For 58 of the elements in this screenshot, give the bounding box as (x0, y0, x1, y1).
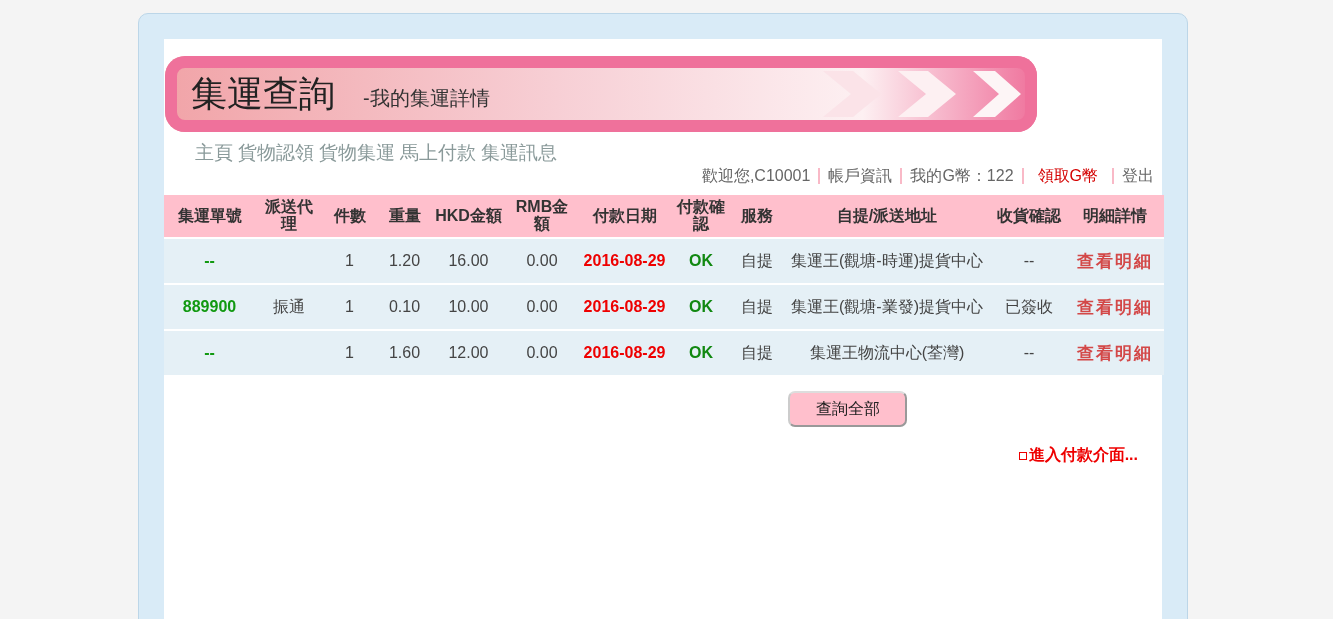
nav-link[interactable]: 集運訊息 (481, 140, 557, 166)
table-cell: 振通 (272, 297, 305, 315)
column-header: RMB金額 (505, 195, 579, 237)
column-header: 付款日期 (579, 195, 670, 237)
user-info-text: 歡迎您,C10001 (701, 165, 811, 186)
user-info-text: 我的G幣：122 (910, 165, 1014, 186)
table-cell: 集運王(觀塘-時運)提貨中心 (791, 251, 983, 269)
table-cell: 2016-08-29 (583, 298, 666, 315)
table-cell: -- (1023, 252, 1035, 269)
account-link[interactable]: 領取G幣 (1037, 165, 1098, 187)
table-cell: 1 (345, 344, 354, 361)
nav-link[interactable]: 貨物認領 (238, 140, 314, 166)
table-cell: 0.00 (526, 298, 558, 315)
table-cell: 10.00 (448, 298, 489, 315)
column-header: HKD金額 (432, 195, 505, 237)
table-cell: 889900 (182, 298, 237, 315)
column-header: 派送代理 (255, 195, 322, 237)
table-cell: 0.00 (526, 344, 558, 361)
table-cell: 1 (345, 298, 354, 315)
nav-link[interactable]: 馬上付款 (400, 140, 476, 166)
payment-link[interactable]: 進入付款介面... (1028, 445, 1138, 466)
table-cell: 集運王(觀塘-業發)提貨中心 (791, 297, 983, 315)
table-cell: 集運王物流中心(荃灣) (809, 343, 965, 361)
table-cell: -- (204, 344, 215, 361)
banner-title: 集運查詢 (190, 71, 335, 116)
table-cell: 1.20 (388, 252, 421, 269)
table-cell: 0.00 (526, 252, 558, 269)
banner-subtitle: -我的集運詳情 (363, 85, 490, 111)
table-cell: 自提 (741, 343, 773, 361)
nav-link[interactable]: 貨物集運 (319, 140, 395, 166)
query-all-button[interactable]: 查詢全部 (788, 391, 907, 427)
table-cell: 2016-08-29 (583, 252, 666, 269)
column-header: 服務 (732, 195, 782, 237)
column-header: 明細詳情 (1066, 195, 1164, 237)
table-cell: 1.60 (388, 344, 421, 361)
column-header: 自提/派送地址 (782, 195, 992, 237)
table-cell: 自提 (741, 251, 773, 269)
column-header: 集運單號 (164, 195, 255, 237)
column-header: 重量 (377, 195, 432, 237)
table-cell: -- (1023, 344, 1035, 361)
table-cell: 12.00 (448, 344, 489, 361)
column-header: 付款確認 (670, 195, 732, 237)
account-link[interactable]: 登出 (1122, 165, 1154, 187)
column-header: 收貨確認 (992, 195, 1066, 237)
table-cell: OK (689, 344, 713, 361)
nav-link[interactable]: 主頁 (195, 140, 233, 166)
column-header: 件數 (322, 195, 377, 237)
account-link[interactable]: 帳戶資訊 (828, 165, 893, 187)
table-cell: 2016-08-29 (583, 344, 666, 361)
table-cell: 1 (345, 252, 354, 269)
table-cell: 自提 (741, 297, 773, 315)
table-cell: OK (689, 252, 713, 269)
table-cell: OK (689, 298, 713, 315)
table-cell: 已簽收 (1005, 297, 1053, 315)
square-icon (1018, 451, 1027, 460)
table-cell: -- (204, 252, 215, 269)
table-cell: 0.10 (388, 298, 421, 315)
table-cell: 16.00 (448, 252, 489, 269)
